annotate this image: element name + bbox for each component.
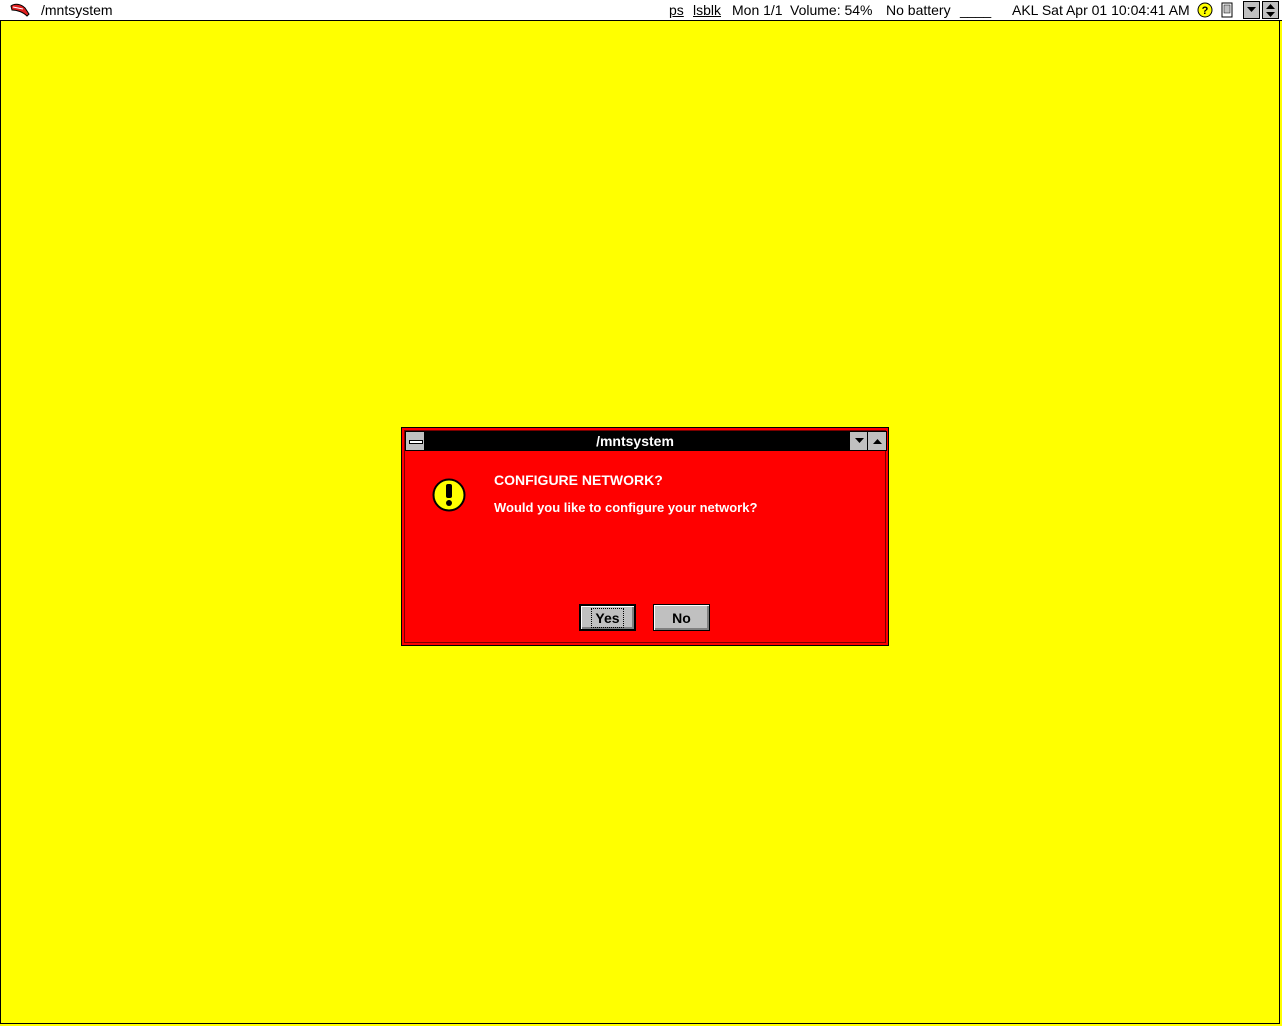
logo-icon[interactable] bbox=[9, 2, 31, 18]
configure-network-dialog: /mntsystem bbox=[401, 427, 889, 646]
battery-indicator: No battery bbox=[886, 2, 951, 18]
minimize-button[interactable] bbox=[849, 431, 869, 451]
clock: AKL Sat Apr 01 10:04:41 AM bbox=[1012, 2, 1190, 18]
system-menu-icon[interactable] bbox=[405, 431, 425, 451]
monitor-indicator[interactable]: Mon 1/1 bbox=[732, 2, 783, 18]
dialog-title: /mntsystem bbox=[596, 433, 674, 449]
top-panel: /mntsystem ps lsblk Mon 1/1 Volume: 54% … bbox=[0, 0, 1282, 21]
dialog-titlebar[interactable]: /mntsystem bbox=[405, 431, 887, 451]
clipboard-icon[interactable] bbox=[1219, 2, 1235, 18]
ps-launcher[interactable]: ps bbox=[669, 2, 684, 18]
blank-indicator: ____ bbox=[960, 2, 992, 18]
lsblk-launcher[interactable]: lsblk bbox=[693, 2, 721, 18]
active-window-title[interactable]: /mntsystem bbox=[41, 2, 113, 18]
dialog-border bbox=[404, 430, 886, 643]
dialog-message: Would you like to configure your network… bbox=[494, 500, 758, 515]
dialog-heading: CONFIGURE NETWORK? bbox=[494, 472, 663, 488]
yes-button[interactable]: Yes bbox=[579, 604, 636, 631]
minimize-arrow-icon[interactable] bbox=[1243, 1, 1260, 19]
warning-icon bbox=[432, 478, 466, 512]
maximize-button[interactable] bbox=[867, 431, 887, 451]
volume-indicator[interactable]: Volume: 54% bbox=[790, 2, 873, 18]
no-button-label: No bbox=[672, 609, 691, 626]
resize-arrow-icon[interactable] bbox=[1262, 1, 1279, 19]
yes-button-label: Yes bbox=[591, 607, 624, 628]
help-icon[interactable]: ? bbox=[1197, 2, 1213, 18]
svg-text:?: ? bbox=[1202, 5, 1209, 17]
no-button[interactable]: No bbox=[653, 604, 710, 631]
